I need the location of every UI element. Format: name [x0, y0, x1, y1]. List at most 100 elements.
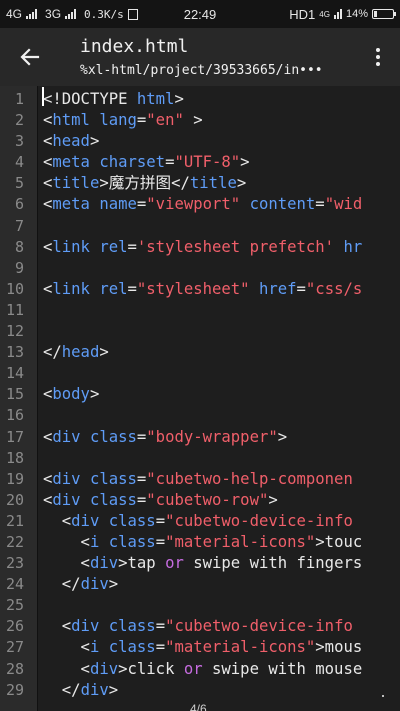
code-token: > — [268, 490, 278, 509]
code-token: > — [99, 343, 109, 362]
code-line[interactable]: 28 <div>click or swipe with mouse — [0, 659, 400, 680]
line-number: 2 — [14, 111, 24, 130]
code-token: "material-icons" — [165, 638, 316, 657]
line-number: 29 — [5, 680, 24, 699]
code-line[interactable]: 21 <div class="cubetwo-device-info — [0, 511, 400, 532]
code-line[interactable]: 8 <link rel='stylesheet prefetch' hr — [0, 237, 400, 258]
code-line[interactable]: 12 — [0, 321, 400, 342]
line-number: 9 — [14, 258, 24, 277]
code-token: swipe with mouse — [202, 659, 363, 678]
code-line[interactable]: 7 — [0, 216, 400, 237]
code-line[interactable]: 5 <title>魔方拼图</title> — [0, 173, 400, 194]
line-number: 25 — [5, 596, 24, 615]
code-token: html — [52, 111, 90, 130]
line-number: 21 — [5, 511, 24, 530]
code-token: 'stylesheet prefetch' — [136, 237, 335, 256]
code-line[interactable]: 19 <div class="cubetwo-help-componen — [0, 469, 400, 490]
code-text: <head> — [43, 131, 99, 152]
code-editor[interactable]: 1 <!DOCTYPE html> 2 <html lang="en" >3 <head… — [0, 86, 400, 711]
code-text: <div>click or swipe with mouse — [43, 659, 363, 680]
code-token: href — [258, 279, 297, 298]
code-line[interactable]: 22 <i class="material-icons">touc — [0, 532, 400, 553]
code-token: content — [249, 195, 316, 214]
line-number: 4 — [14, 153, 24, 172]
code-token: > — [108, 575, 119, 594]
status-right: HD1 4G 14% — [289, 7, 396, 22]
code-token: = — [136, 490, 147, 509]
code-line[interactable]: 17 <div class="body-wrapper"> — [0, 427, 400, 448]
network-2-label: 3G — [45, 7, 62, 21]
code-line[interactable]: 15 <body> — [0, 384, 400, 405]
code-token: div — [89, 659, 119, 678]
code-token: > — [277, 427, 288, 446]
code-token: lang — [99, 111, 137, 130]
code-token: "cubetwo-help-componen — [146, 469, 353, 488]
code-text: <link rel='stylesheet prefetch' hr — [43, 237, 362, 258]
back-button[interactable] — [14, 41, 46, 73]
code-token: div — [71, 511, 100, 530]
code-token: class — [89, 469, 137, 488]
code-line[interactable]: 3 <head> — [0, 131, 400, 152]
code-token: "wid — [324, 195, 363, 214]
code-token: < — [43, 132, 53, 151]
overflow-menu-button[interactable] — [366, 43, 390, 71]
line-number: 19 — [5, 469, 24, 488]
back-arrow-icon — [20, 48, 40, 66]
code-token: = — [155, 638, 166, 657]
code-token: "en" — [146, 111, 184, 130]
code-line[interactable]: 23 <div>tap or swipe with fingers — [0, 553, 400, 574]
code-line[interactable]: 13 </head> — [0, 342, 400, 363]
code-line[interactable]: 9 — [0, 258, 400, 279]
code-token: >mous — [315, 638, 363, 657]
code-line[interactable]: 29 </div> — [0, 680, 400, 701]
code-line[interactable]: 6 <meta name="viewport" content="wid — [0, 194, 400, 215]
code-text: <meta charset="UTF-8"> — [43, 152, 250, 173]
code-token: class — [108, 511, 156, 530]
code-line[interactable]: 14 — [0, 363, 400, 384]
status-bar: 4G 3G 0.3K/s 22:49 HD1 4G 14% — [0, 0, 400, 28]
code-line[interactable]: 20 <div class="cubetwo-row"> — [0, 490, 400, 511]
line-number: 8 — [14, 237, 24, 256]
code-token: > — [89, 132, 100, 151]
code-line[interactable]: 25 — [0, 595, 400, 616]
code-token: > — [89, 385, 100, 404]
code-line[interactable]: 16 — [0, 405, 400, 426]
code-text: <div>tap or swipe with fingers — [43, 553, 363, 574]
code-token: < — [43, 153, 53, 172]
notification-icon — [127, 8, 138, 20]
code-line[interactable]: 1 <!DOCTYPE html> — [0, 89, 400, 110]
code-line[interactable]: 27 <i class="material-icons">mous — [0, 637, 400, 658]
line-number: 6 — [14, 195, 24, 214]
file-title: index.html — [80, 36, 189, 57]
code-token: > — [108, 680, 119, 699]
code-line[interactable]: 11 — [0, 300, 400, 321]
line-number: 22 — [5, 532, 24, 551]
code-line[interactable]: 24 </div> — [0, 574, 400, 595]
code-token: html — [136, 90, 175, 108]
line-number: 12 — [5, 322, 24, 341]
code-token: "cubetwo-device-info — [165, 511, 353, 530]
code-line[interactable]: 18 — [0, 448, 400, 469]
code-line[interactable]: 2 <html lang="en" > — [0, 110, 400, 131]
code-token: = — [136, 427, 147, 446]
speed-label: 0.3K/s — [84, 7, 124, 21]
code-token: >click — [118, 659, 184, 678]
code-token: title — [189, 174, 237, 193]
line-number: 20 — [5, 490, 24, 509]
code-line[interactable]: 4 <meta charset="UTF-8"> — [0, 152, 400, 173]
line-number: 3 — [14, 132, 24, 151]
line-number: 10 — [5, 279, 24, 298]
code-token: < — [43, 111, 53, 130]
code-token: = — [296, 279, 306, 298]
line-number: 27 — [5, 638, 24, 657]
code-line[interactable]: 26 <div class="cubetwo-device-info — [0, 616, 400, 637]
code-token: </ — [43, 680, 81, 699]
code-token: rel — [99, 237, 128, 256]
code-line[interactable]: 10 <link rel="stylesheet" href="css/s — [0, 279, 400, 300]
code-token: div — [52, 427, 81, 446]
